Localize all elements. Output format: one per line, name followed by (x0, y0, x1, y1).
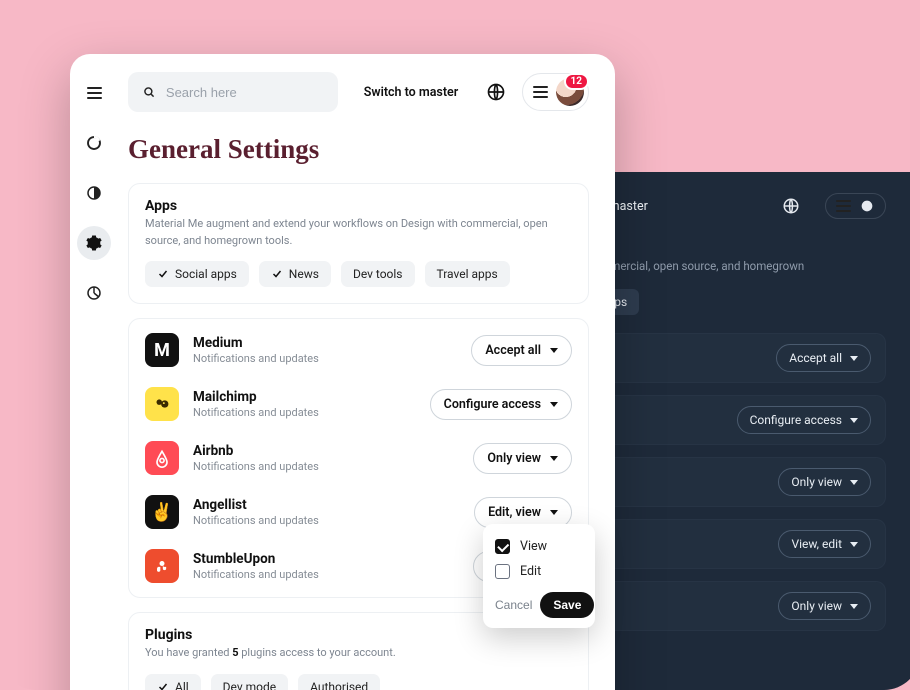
chip-news[interactable]: News (259, 261, 331, 287)
medium-icon: M (145, 333, 179, 367)
chevron-down-icon (550, 402, 558, 407)
plugins-heading: Plugins (145, 627, 572, 643)
theme-icon (859, 198, 875, 214)
app-row-airbnb: Airbnb Notifications and updates Only vi… (145, 431, 572, 485)
dark-action-button[interactable]: View, edit (778, 530, 871, 558)
search-input[interactable] (166, 85, 324, 100)
search-field[interactable] (128, 72, 338, 112)
app-name: Medium (193, 335, 457, 351)
account-menu[interactable]: 12 (522, 73, 589, 111)
app-action-button[interactable]: Only view (473, 443, 572, 474)
chevron-down-icon (850, 604, 858, 609)
avatar: 12 (556, 78, 584, 106)
rail-settings-button[interactable] (77, 226, 111, 260)
rail-dashboard-button[interactable] (77, 126, 111, 160)
cancel-button[interactable]: Cancel (495, 598, 532, 612)
chip-authorised[interactable]: Authorised (298, 674, 380, 690)
apps-section: Apps Material Me augment and extend your… (128, 183, 589, 304)
mailchimp-icon (145, 387, 179, 421)
app-desc: Notifications and updates (193, 352, 457, 365)
hamburger-icon (836, 200, 851, 212)
hamburger-icon (87, 87, 102, 99)
switch-to-master-link[interactable]: Switch to master (352, 85, 470, 100)
checkbox-icon[interactable] (495, 539, 510, 554)
check-icon (157, 681, 169, 690)
app-name: Airbnb (193, 443, 459, 459)
donut-icon (85, 134, 103, 152)
nav-rail (70, 54, 118, 690)
chevron-down-icon (550, 510, 558, 515)
checkbox-icon[interactable] (495, 564, 510, 579)
app-name: Angellist (193, 497, 460, 513)
gear-icon (85, 234, 103, 252)
app-desc: Notifications and updates (193, 460, 459, 473)
angellist-icon: ✌ (145, 495, 179, 529)
app-row-mailchimp: Mailchimp Notifications and updates Conf… (145, 377, 572, 431)
app-action-button[interactable]: Edit, view (474, 497, 572, 528)
chip-dev-mode[interactable]: Dev mode (211, 674, 288, 690)
chevron-down-icon (550, 456, 558, 461)
rail-contrast-button[interactable] (77, 176, 111, 210)
rail-menu-button[interactable] (77, 76, 111, 110)
app-row-medium: M Medium Notifications and updates Accep… (145, 323, 572, 377)
topbar: Switch to master 12 (128, 72, 589, 112)
popover-option-view[interactable]: View (495, 534, 583, 559)
apps-heading: Apps (145, 198, 572, 214)
chevron-down-icon (850, 356, 858, 361)
app-desc: Notifications and updates (193, 406, 416, 419)
chevron-down-icon (550, 348, 558, 353)
dark-action-button[interactable]: Only view (778, 468, 871, 496)
page-title: General Settings (128, 134, 589, 165)
app-desc: Notifications and updates (193, 514, 460, 527)
notification-badge: 12 (564, 73, 589, 90)
pie-icon (85, 284, 103, 302)
app-action-button[interactable]: Accept all (471, 335, 572, 366)
chip-travel-apps[interactable]: Travel apps (425, 261, 510, 287)
save-button[interactable]: Save (540, 592, 594, 618)
globe-button[interactable] (484, 80, 508, 104)
popover-option-edit[interactable]: Edit (495, 559, 583, 584)
half-circle-icon (85, 184, 103, 202)
search-icon (142, 84, 156, 100)
access-popover: View Edit Cancel Save (483, 524, 595, 628)
chevron-down-icon (850, 418, 858, 423)
app-name: StumbleUpon (193, 551, 459, 567)
rail-analytics-button[interactable] (77, 276, 111, 310)
dark-menu-pill[interactable] (825, 193, 886, 219)
airbnb-icon (145, 441, 179, 475)
chevron-down-icon (850, 480, 858, 485)
chip-social-apps[interactable]: Social apps (145, 261, 249, 287)
globe-icon (486, 82, 506, 102)
apps-subtext: Material Me augment and extend your work… (145, 216, 572, 249)
dark-action-button[interactable]: Accept all (776, 344, 871, 372)
dark-action-button[interactable]: Only view (778, 592, 871, 620)
chevron-down-icon (850, 542, 858, 547)
plugins-subtext: You have granted 5 plugins access to you… (145, 645, 572, 662)
check-icon (271, 268, 283, 280)
app-action-button[interactable]: Configure access (430, 389, 572, 420)
dark-action-button[interactable]: Configure access (737, 406, 871, 434)
stumbleupon-icon (145, 549, 179, 583)
chip-all[interactable]: All (145, 674, 201, 690)
check-icon (157, 268, 169, 280)
app-desc: Notifications and updates (193, 568, 459, 581)
globe-icon[interactable] (775, 190, 807, 222)
hamburger-icon (533, 86, 548, 98)
app-name: Mailchimp (193, 389, 416, 405)
chip-dev-tools[interactable]: Dev tools (341, 261, 415, 287)
